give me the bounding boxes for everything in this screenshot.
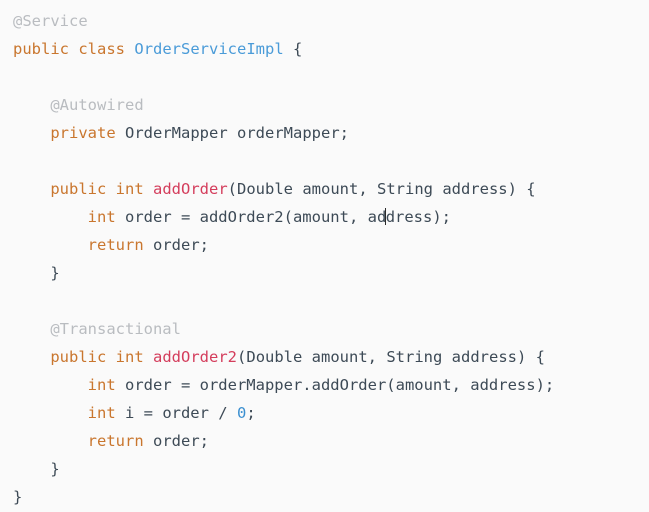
code-line: } (13, 259, 649, 287)
code-token-kw: int (87, 376, 116, 394)
text-caret (385, 208, 387, 225)
code-line: @Service (13, 7, 649, 35)
code-content[interactable]: @Service public class OrderServiceImpl { … (13, 7, 649, 511)
code-token-num: 0 (236, 404, 247, 422)
code-token-kw: return (87, 236, 144, 254)
code-token-plain: order = addOrder2(amount, ad (115, 208, 387, 226)
code-token-kw: return (87, 432, 144, 450)
code-token-punc: ( (227, 180, 238, 198)
code-token-kw: int (87, 404, 116, 422)
code-token-anno: @Transactional (50, 320, 181, 338)
code-line: @Transactional (13, 315, 649, 343)
code-token-plain: order; (143, 236, 209, 254)
code-token-kw: public (13, 40, 69, 58)
code-token-plain: i = order / (115, 404, 237, 422)
code-token-cls: OrderServiceImpl (134, 40, 284, 58)
code-token-plain: order; (143, 432, 209, 450)
code-token-punc: ) { (516, 348, 545, 366)
code-line: } (13, 455, 649, 483)
code-line: } (13, 483, 649, 511)
code-line: int order = addOrder2(amount, address); (13, 203, 649, 231)
code-token-kw: int (115, 180, 144, 198)
code-token-kw: int (87, 208, 116, 226)
code-token-kw: class (78, 40, 126, 58)
code-token-plain: ; (246, 404, 256, 422)
code-line: public class OrderServiceImpl { (13, 35, 649, 63)
code-token-type: Double amount, String address (237, 180, 508, 198)
code-token-kw: public (50, 348, 107, 366)
code-line: int i = order / 0; (13, 399, 649, 427)
code-token-punc: ( (237, 348, 247, 366)
code-token-punc: { (283, 40, 303, 58)
code-token-method: addOrder2 (153, 348, 238, 366)
code-token-punc: } (13, 264, 60, 282)
code-token-punc: ) { (507, 180, 536, 198)
code-token-kw: public (50, 180, 107, 198)
code-token-method: addOrder (153, 180, 228, 198)
code-line: public int addOrder2(Double amount, Stri… (13, 343, 649, 371)
code-token-kw: int (115, 348, 144, 366)
code-line: int order = orderMapper.addOrder(amount,… (13, 371, 649, 399)
code-token-anno: @Service (13, 12, 88, 30)
code-editor[interactable]: @Service public class OrderServiceImpl { … (0, 0, 649, 512)
code-token-plain: orderMapper; (237, 124, 349, 142)
code-token-plain: order = orderMapper.addOrder(amount, add… (115, 376, 555, 394)
code-line: public int addOrder(Double amount, Strin… (13, 175, 649, 203)
code-token-kw: private (50, 124, 116, 142)
code-line: private OrderMapper orderMapper; (13, 119, 649, 147)
code-token-plain: dress); (385, 208, 452, 226)
code-token-type: Double amount, String address (246, 348, 517, 366)
code-line: return order; (13, 427, 649, 455)
code-token-punc: } (13, 488, 23, 506)
code-line: return order; (13, 231, 649, 259)
code-line: @Autowired (13, 91, 649, 119)
code-token-anno: @Autowired (50, 96, 144, 114)
code-token-type: OrderMapper (125, 124, 228, 142)
code-token-punc: } (13, 460, 60, 478)
